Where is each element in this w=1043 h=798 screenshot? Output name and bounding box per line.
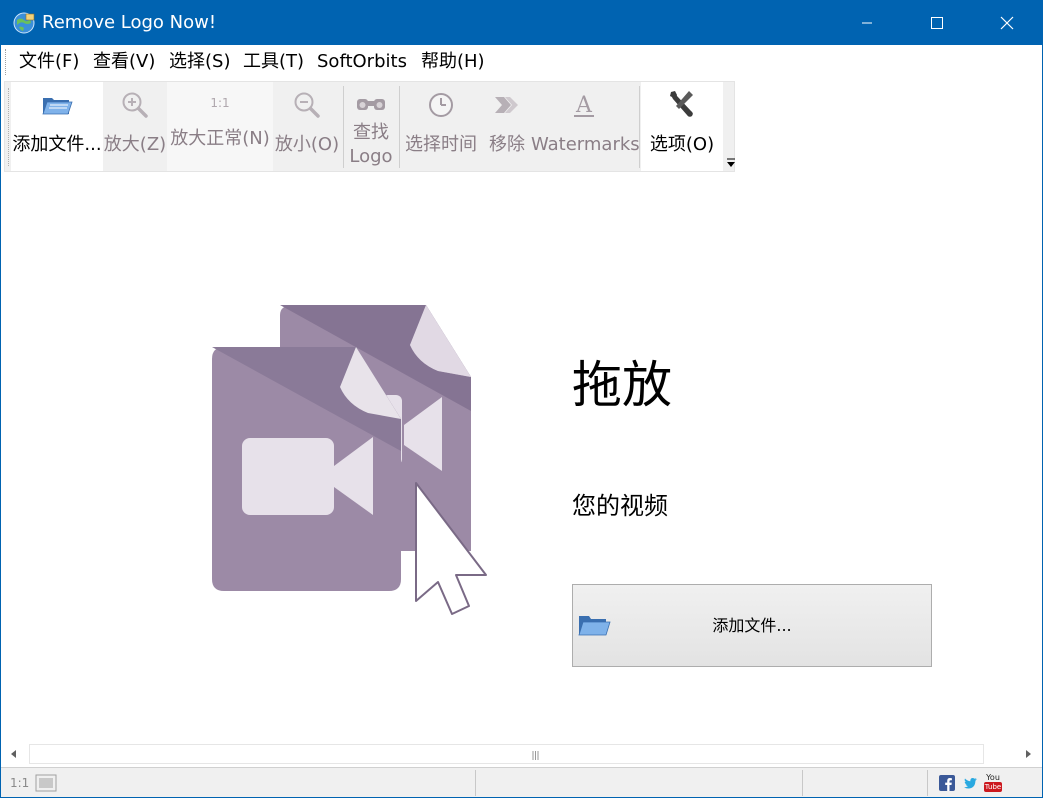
watermarks-button[interactable]: A Watermarks [531, 82, 640, 171]
video-files-illustration-icon [212, 305, 487, 615]
status-divider [475, 770, 476, 796]
status-zoom-label[interactable]: 1:1 [10, 775, 29, 791]
app-globe-icon [12, 11, 36, 35]
watermarks-label: Watermarks [531, 134, 640, 155]
menubar-grip [5, 49, 8, 75]
svg-text:A: A [575, 93, 593, 118]
options-button[interactable]: 选项(O) [641, 82, 723, 171]
zoom-in-button[interactable]: 放大(Z) [103, 82, 167, 171]
menu-softorbits[interactable]: SoftOrbits [317, 51, 407, 73]
app-window: Remove Logo Now! 文件(F) 查看(V) 选择(S) 工具(T)… [0, 0, 1043, 798]
scroll-right-icon[interactable] [1023, 749, 1033, 759]
chevron-forward-icon [490, 88, 524, 122]
toolbar: 添加文件... 放大(Z) 1:1 放大正常(N) 放小(O) 查找 Logo … [4, 81, 735, 172]
twitter-icon[interactable] [962, 775, 978, 791]
horizontal-scrollbar[interactable] [1, 743, 1042, 765]
zoom-out-icon [290, 88, 324, 122]
wrench-icon [665, 88, 699, 122]
menu-bar: 文件(F) 查看(V) 选择(S) 工具(T) SoftOrbits 帮助(H) [1, 45, 1042, 79]
window-title: Remove Logo Now! [42, 12, 217, 33]
menu-tools[interactable]: 工具(T) [243, 51, 304, 73]
toolbar-separator [399, 86, 400, 168]
maximize-button[interactable] [914, 1, 960, 45]
minimize-button[interactable] [844, 1, 890, 45]
toolbar-overflow-icon[interactable] [726, 158, 736, 168]
title-bar[interactable]: Remove Logo Now! [1, 1, 1042, 45]
toolbar-separator [343, 86, 344, 168]
remove-label: 移除 [489, 134, 525, 155]
menu-file[interactable]: 文件(F) [19, 51, 79, 73]
scroll-grip-icon [532, 751, 539, 760]
remove-button[interactable]: 移除 [481, 82, 533, 171]
drop-subtitle: 您的视频 [572, 492, 668, 520]
folder-open-icon [40, 88, 74, 122]
find-logo-label-line2: Logo [349, 146, 393, 167]
zoom-out-label: 放小(O) [274, 134, 340, 155]
youtube-icon[interactable]: You Tube [984, 773, 1002, 793]
fit-to-window-icon[interactable] [35, 774, 57, 792]
zoom-normal-button[interactable]: 1:1 放大正常(N) [167, 82, 273, 171]
one-to-one-icon: 1:1 [210, 96, 230, 110]
drop-title: 拖放 [572, 356, 672, 414]
scroll-left-icon[interactable] [9, 749, 19, 759]
zoom-in-icon [118, 88, 152, 122]
status-divider [802, 770, 803, 796]
add-file-toolbar-button[interactable]: 添加文件... [11, 82, 103, 171]
find-logo-label-line1: 查找 [353, 122, 389, 143]
status-divider [927, 770, 928, 796]
add-file-toolbar-label: 添加文件... [12, 134, 102, 155]
menu-view[interactable]: 查看(V) [93, 51, 155, 73]
close-icon [1000, 16, 1014, 30]
menu-help[interactable]: 帮助(H) [421, 51, 485, 73]
add-file-button[interactable]: 添加文件... [572, 584, 932, 667]
text-a-icon: A [567, 88, 601, 122]
binoculars-icon [354, 88, 388, 122]
zoom-normal-label: 放大正常(N) [170, 128, 270, 149]
facebook-icon[interactable] [939, 775, 955, 791]
drop-zone[interactable]: 拖放 您的视频 添加文件... [1, 173, 1042, 743]
minimize-icon [862, 22, 872, 24]
options-label: 选项(O) [649, 134, 715, 155]
maximize-icon [931, 17, 943, 29]
add-file-button-label: 添加文件... [712, 616, 792, 635]
scroll-thumb[interactable] [29, 744, 984, 764]
zoom-out-button[interactable]: 放小(O) [273, 82, 341, 171]
clock-icon [424, 88, 458, 122]
status-bar: 1:1 You Tube [1, 767, 1042, 797]
select-time-label: 选择时间 [405, 134, 477, 155]
find-logo-button[interactable]: 查找 Logo [345, 82, 397, 171]
toolbar-separator [639, 86, 640, 168]
menu-select[interactable]: 选择(S) [169, 51, 230, 73]
close-button[interactable] [984, 1, 1030, 45]
select-time-button[interactable]: 选择时间 [401, 82, 481, 171]
zoom-in-label: 放大(Z) [103, 134, 167, 155]
